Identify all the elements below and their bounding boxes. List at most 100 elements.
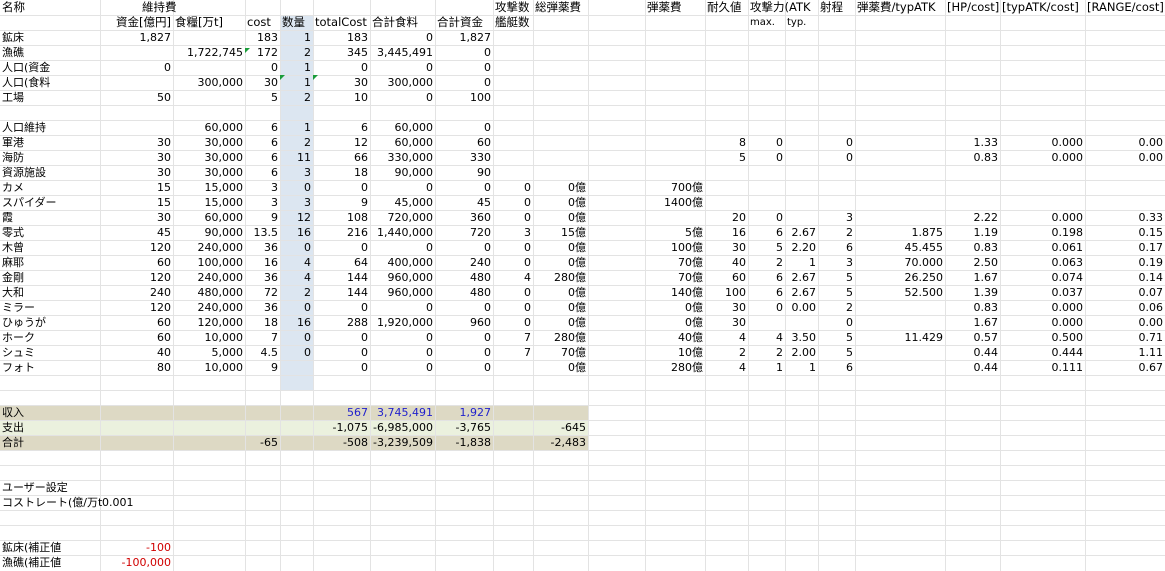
table-cell[interactable] bbox=[493, 30, 533, 45]
table-cell[interactable] bbox=[785, 180, 818, 195]
table-cell[interactable]: 480 bbox=[435, 270, 493, 285]
table-cell[interactable] bbox=[645, 120, 705, 135]
table-cell[interactable]: 5 bbox=[818, 270, 855, 285]
table-cell[interactable]: 30 bbox=[245, 75, 280, 90]
table-cell[interactable]: 16 bbox=[280, 225, 313, 240]
table-cell[interactable] bbox=[818, 60, 855, 75]
table-cell[interactable]: 8 bbox=[705, 135, 748, 150]
table-cell[interactable] bbox=[705, 30, 748, 45]
table-cell[interactable]: 0 bbox=[313, 300, 370, 315]
table-cell[interactable]: 15,000 bbox=[173, 180, 245, 195]
row-label[interactable]: フォト bbox=[0, 360, 100, 375]
sum-food[interactable]: -3,239,509 bbox=[370, 435, 435, 450]
table-cell[interactable]: 1.67 bbox=[945, 315, 1000, 330]
table-cell[interactable] bbox=[855, 30, 945, 45]
table-cell[interactable]: 30 bbox=[100, 210, 173, 225]
table-cell[interactable] bbox=[1000, 75, 1085, 90]
table-cell[interactable]: 6 bbox=[748, 225, 785, 240]
sum-qty[interactable]: -65 bbox=[245, 435, 280, 450]
table-cell[interactable] bbox=[818, 165, 855, 180]
header-atk-count[interactable]: 攻撃数 bbox=[493, 0, 533, 15]
table-cell[interactable]: 0.198 bbox=[1000, 225, 1085, 240]
table-cell[interactable]: 2.50 bbox=[945, 255, 1000, 270]
table-cell[interactable]: 0 bbox=[370, 240, 435, 255]
table-cell[interactable] bbox=[785, 315, 818, 330]
table-cell[interactable]: 70億 bbox=[645, 270, 705, 285]
table-cell[interactable]: 90 bbox=[435, 165, 493, 180]
table-cell[interactable]: 0 bbox=[245, 60, 280, 75]
table-cell[interactable] bbox=[705, 75, 748, 90]
table-cell[interactable] bbox=[533, 135, 588, 150]
expense-ammo[interactable]: -645 bbox=[533, 420, 588, 435]
table-cell[interactable]: 30 bbox=[100, 165, 173, 180]
table-cell[interactable] bbox=[748, 75, 785, 90]
table-cell[interactable]: 1,827 bbox=[435, 30, 493, 45]
table-cell[interactable] bbox=[173, 60, 245, 75]
header-sum-food[interactable]: 合計食料 bbox=[370, 15, 435, 30]
table-cell[interactable] bbox=[100, 45, 173, 60]
table-cell[interactable] bbox=[1085, 195, 1165, 210]
table-cell[interactable] bbox=[533, 75, 588, 90]
table-cell[interactable]: 0.00 bbox=[1085, 135, 1165, 150]
table-cell[interactable] bbox=[705, 90, 748, 105]
table-cell[interactable]: 0 bbox=[435, 360, 493, 375]
table-cell[interactable]: 0 bbox=[313, 345, 370, 360]
table-cell[interactable] bbox=[855, 345, 945, 360]
table-cell[interactable]: 480 bbox=[435, 285, 493, 300]
table-cell[interactable]: 2 bbox=[818, 300, 855, 315]
table-cell[interactable]: 6 bbox=[748, 270, 785, 285]
row-label[interactable]: 人口(資金 bbox=[0, 60, 100, 75]
table-cell[interactable] bbox=[818, 45, 855, 60]
table-cell[interactable] bbox=[855, 90, 945, 105]
table-cell[interactable]: 0億 bbox=[533, 210, 588, 225]
table-cell[interactable] bbox=[748, 90, 785, 105]
table-cell[interactable]: 3 bbox=[245, 195, 280, 210]
table-cell[interactable]: 0億 bbox=[645, 315, 705, 330]
table-cell[interactable] bbox=[748, 60, 785, 75]
table-cell[interactable]: 60,000 bbox=[370, 135, 435, 150]
table-cell[interactable]: 60 bbox=[435, 135, 493, 150]
table-cell[interactable]: 36 bbox=[245, 240, 280, 255]
table-cell[interactable]: 2 bbox=[748, 345, 785, 360]
table-cell[interactable]: 60 bbox=[100, 255, 173, 270]
header-atk[interactable]: 攻撃力(ATK bbox=[748, 0, 811, 15]
table-cell[interactable]: 2 bbox=[818, 225, 855, 240]
table-cell[interactable] bbox=[818, 105, 855, 120]
table-cell[interactable] bbox=[855, 60, 945, 75]
table-cell[interactable] bbox=[705, 60, 748, 75]
table-cell[interactable] bbox=[855, 315, 945, 330]
table-cell[interactable]: 0 bbox=[313, 240, 370, 255]
table-cell[interactable]: 1.11 bbox=[1085, 345, 1165, 360]
table-cell[interactable]: 1.19 bbox=[945, 225, 1000, 240]
table-cell[interactable]: 0 bbox=[748, 135, 785, 150]
table-cell[interactable] bbox=[945, 120, 1000, 135]
header-fund[interactable]: 資金[億円] bbox=[100, 15, 173, 30]
header-typatk-cost[interactable]: [typATK/cost] bbox=[1000, 0, 1085, 15]
table-cell[interactable]: 0 bbox=[748, 300, 785, 315]
table-cell[interactable]: 30 bbox=[100, 150, 173, 165]
table-cell[interactable]: 0億 bbox=[533, 195, 588, 210]
table-cell[interactable]: 36 bbox=[245, 270, 280, 285]
table-cell[interactable] bbox=[645, 30, 705, 45]
header-range[interactable]: 射程 bbox=[818, 0, 855, 15]
table-cell[interactable]: 280億 bbox=[533, 270, 588, 285]
table-cell[interactable]: 0 bbox=[280, 300, 313, 315]
row-label[interactable]: シュミ bbox=[0, 345, 100, 360]
table-cell[interactable]: 960,000 bbox=[370, 270, 435, 285]
table-cell[interactable]: 1 bbox=[280, 120, 313, 135]
table-cell[interactable]: 100 bbox=[435, 90, 493, 105]
table-cell[interactable]: 5 bbox=[748, 240, 785, 255]
table-cell[interactable] bbox=[855, 360, 945, 375]
table-cell[interactable] bbox=[945, 75, 1000, 90]
table-cell[interactable]: 0 bbox=[100, 60, 173, 75]
table-cell[interactable] bbox=[533, 45, 588, 60]
table-cell[interactable] bbox=[280, 360, 313, 375]
table-cell[interactable] bbox=[1000, 105, 1085, 120]
table-cell[interactable]: 0 bbox=[313, 180, 370, 195]
table-cell[interactable]: 45.455 bbox=[855, 240, 945, 255]
table-cell[interactable] bbox=[533, 60, 588, 75]
table-cell[interactable]: 0 bbox=[435, 345, 493, 360]
table-cell[interactable]: 0 bbox=[493, 195, 533, 210]
table-cell[interactable]: 5億 bbox=[645, 225, 705, 240]
table-cell[interactable]: 3 bbox=[245, 180, 280, 195]
